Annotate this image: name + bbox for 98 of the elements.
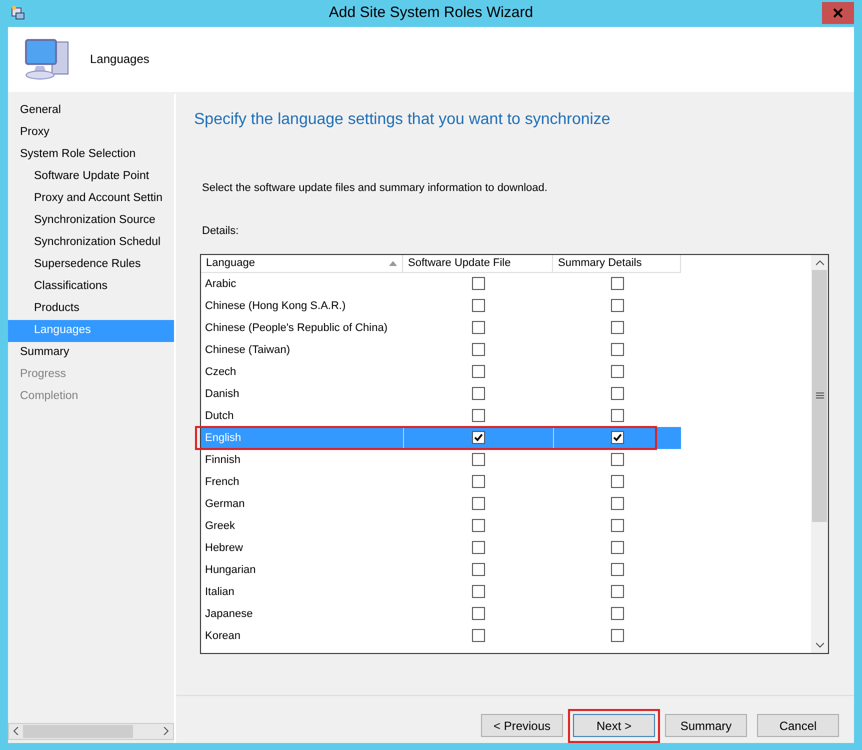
language-cell-text: Hebrew [204,540,244,556]
close-button[interactable] [822,2,854,24]
checkbox[interactable] [610,277,624,290]
wizard-button[interactable]: Cancel [757,714,839,738]
checkbox[interactable] [472,277,484,290]
checkbox[interactable] [472,343,484,356]
table-row[interactable]: Arabic [201,272,681,295]
table-row[interactable]: Greek [201,514,681,537]
app-icon [10,5,26,22]
checkbox[interactable] [472,607,484,620]
horizontal-scrollbar[interactable] [8,722,174,740]
language-cell-text: Arabic [204,276,238,292]
table-row[interactable]: Chinese (Hong Kong S.A.R.) [201,294,681,317]
table-row[interactable]: Hungarian [201,558,681,581]
column-header[interactable]: Software Update File [403,254,553,273]
language-cell-text: Japanese [204,606,254,622]
checkbox[interactable] [610,519,624,532]
table-row[interactable]: Italian [201,580,681,603]
wizard-button[interactable]: < Previous [481,714,563,738]
language-cell-text: Italian [204,584,236,600]
checkbox[interactable] [610,541,624,554]
wizard-button[interactable]: Next > [573,714,655,738]
checkbox[interactable] [610,365,624,378]
checkbox[interactable] [610,409,624,422]
sidebar-item[interactable]: Summary [8,342,174,364]
checkbox[interactable] [472,585,484,598]
table-row[interactable]: Korean [201,624,681,647]
close-icon [833,8,843,18]
sidebar-item[interactable]: Software Update Point [8,166,174,188]
checkbox[interactable] [610,299,624,312]
checkbox[interactable] [472,365,484,378]
column-header[interactable]: Language [201,254,403,273]
table-row[interactable]: Chinese (People's Republic of China) [201,316,681,339]
checkbox[interactable] [611,431,624,444]
language-cell-text: Dutch [204,408,235,424]
grip-icon [816,392,824,400]
language-cell-text: Korean [204,628,242,644]
table-row[interactable]: Chinese (Taiwan) [201,338,681,361]
checkbox[interactable] [610,343,624,356]
sidebar-item[interactable]: General [8,100,174,122]
checkbox[interactable] [472,563,484,576]
language-cell-text: Chinese (Hong Kong S.A.R.) [204,298,347,314]
sidebar-item[interactable]: Proxy and Account Settin [8,188,174,210]
language-cell-text: Hungarian [204,562,257,578]
sidebar-item[interactable]: Synchronization Schedul [8,232,174,254]
scroll-thumb[interactable] [812,270,827,522]
vertical-scrollbar[interactable] [811,254,828,653]
checkbox[interactable] [610,387,624,400]
checkbox[interactable] [610,563,624,576]
checkbox[interactable] [472,475,484,488]
checkbox[interactable] [472,541,484,554]
sidebar-item[interactable]: Supersedence Rules [8,254,174,276]
page-title: Languages [90,51,150,68]
sidebar-item[interactable]: Synchronization Source [8,210,174,232]
checkbox[interactable] [610,497,624,510]
language-cell-text: Greek [204,518,236,534]
language-cell-text: Finnish [204,452,242,468]
language-cell-text: Chinese (Taiwan) [204,342,291,358]
language-cell-text: Czech [204,364,238,380]
sort-arrow-icon [389,260,397,266]
details-label: Details: [202,224,240,240]
instruction-text: Select the software update files and summary information to download. [202,180,548,196]
sidebar-item[interactable]: Products [8,298,174,320]
checkbox[interactable] [610,585,624,598]
table-row[interactable]: French [201,470,681,493]
language-cell-text: Danish [204,386,240,402]
sidebar-item[interactable]: Classifications [8,276,174,298]
table-row[interactable]: Japanese [201,602,681,625]
checkbox[interactable] [610,321,624,334]
checkbox[interactable] [610,453,624,466]
sidebar-item[interactable]: System Role Selection [8,144,174,166]
table-row[interactable]: Hebrew [201,536,681,559]
checkbox[interactable] [472,629,484,642]
wizard-button[interactable]: Summary [665,714,747,738]
checkbox[interactable] [472,299,484,312]
language-cell-text: French [204,474,240,490]
sidebar-item[interactable]: Proxy [8,122,174,144]
language-cell-text: German [204,496,246,512]
checkbox[interactable] [610,607,624,620]
table-row[interactable]: Czech [201,360,681,383]
window-title: Add Site System Roles Wizard [328,3,534,24]
checkbox[interactable] [610,629,624,642]
checkbox[interactable] [472,431,485,444]
table-row[interactable]: German [201,492,681,515]
checkbox[interactable] [472,409,484,422]
checkbox[interactable] [472,497,484,510]
checkbox[interactable] [472,387,484,400]
heading: Specify the language settings that you want to synchronize [194,110,612,130]
checkbox[interactable] [472,453,484,466]
table-row[interactable]: Danish [201,382,681,405]
column-header[interactable]: Summary Details [553,254,681,273]
language-cell-text: Chinese (People's Republic of China) [204,320,388,336]
table-row[interactable]: Dutch [201,404,681,427]
checkbox[interactable] [472,519,484,532]
table-row[interactable]: Finnish [201,448,681,471]
language-cell-text: English [204,430,242,446]
checkbox[interactable] [610,475,624,488]
checkbox[interactable] [472,321,484,334]
